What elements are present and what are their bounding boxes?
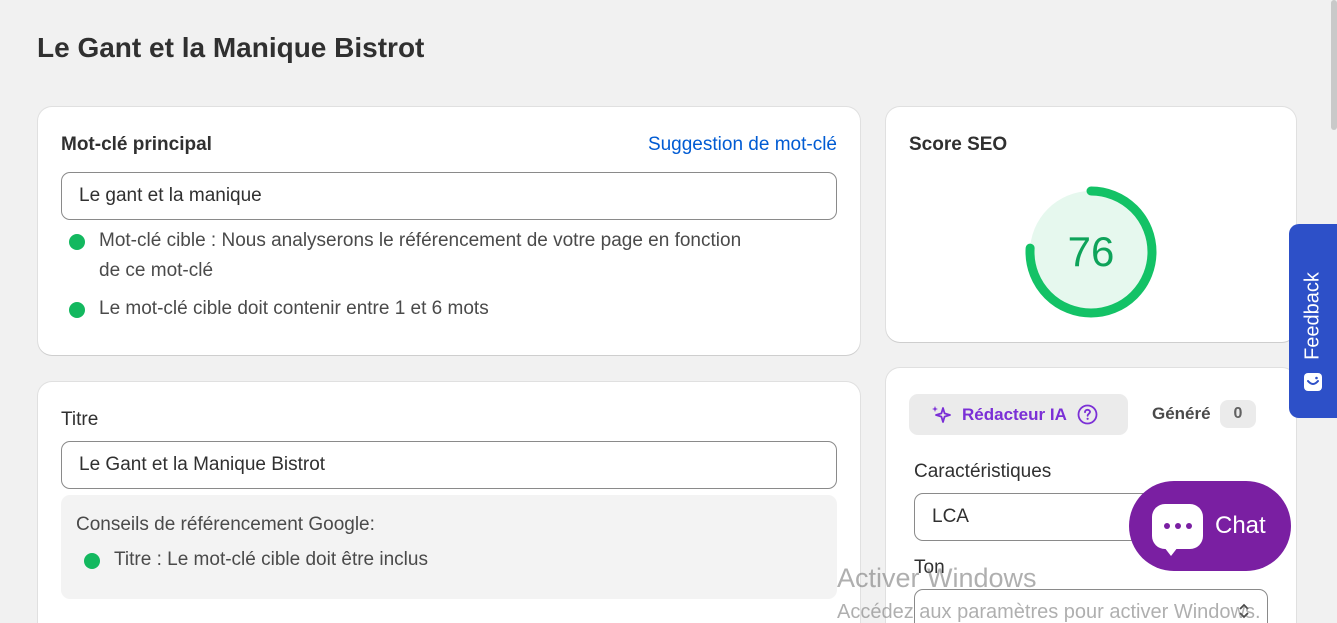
title-label: Titre <box>61 409 99 430</box>
ai-writer-tab[interactable]: Rédacteur IA <box>909 394 1128 435</box>
feedback-label: Feedback <box>1301 272 1324 360</box>
title-input[interactable]: Le Gant et la Manique Bistrot <box>61 441 837 489</box>
sparkle-icon <box>932 405 951 423</box>
tone-label: Ton <box>914 557 945 578</box>
title-input-value: Le Gant et la Manique Bistrot <box>79 454 326 475</box>
main-keyword-card: Mot-clé principal Suggestion de mot-clé … <box>38 107 860 355</box>
green-dot-icon <box>69 302 85 318</box>
feedback-tab[interactable]: Feedback <box>1289 224 1337 418</box>
keyword-check-text: Le mot-clé cible doit contenir entre 1 e… <box>99 298 489 319</box>
keyword-check-item: Le mot-clé cible doit contenir entre 1 e… <box>69 294 829 324</box>
google-tips-box: Conseils de référencement Google: Titre … <box>61 495 837 599</box>
keyword-suggestion-link[interactable]: Suggestion de mot-clé <box>648 134 837 156</box>
characteristics-label: Caractéristiques <box>914 461 1052 482</box>
main-keyword-heading: Mot-clé principal <box>61 134 212 155</box>
page-title: Le Gant et la Manique Bistrot <box>37 32 425 63</box>
generated-count-badge: 0 <box>1220 400 1256 428</box>
chat-button[interactable]: Chat <box>1129 481 1291 571</box>
chat-bubble-icon <box>1152 503 1203 556</box>
tone-select[interactable] <box>914 589 1268 623</box>
green-dot-icon <box>69 234 85 250</box>
chat-label: Chat <box>1215 512 1266 539</box>
keyword-check-text-cont: de ce mot-clé <box>99 260 214 281</box>
seo-score-value: 76 <box>1067 228 1115 275</box>
page-scrollbar[interactable] <box>1331 0 1337 130</box>
google-tips-heading: Conseils de référencement Google: <box>76 514 375 535</box>
main-keyword-input[interactable]: Le gant et la manique <box>61 172 837 220</box>
title-card: Titre Le Gant et la Manique Bistrot Cons… <box>38 382 860 623</box>
select-chevron-icon <box>1239 603 1249 619</box>
question-circle-icon[interactable] <box>1077 404 1098 425</box>
seo-score-heading: Score SEO <box>909 134 1008 155</box>
title-tip-item: Titre : Le mot-clé cible doit être inclu… <box>84 545 428 575</box>
characteristics-input-value: LCA <box>932 506 969 527</box>
green-dot-icon <box>84 553 100 569</box>
keyword-check-text: Mot-clé cible : Nous analyserons le réfé… <box>99 230 742 251</box>
title-tip-text: Titre : Le mot-clé cible doit être inclu… <box>114 549 428 570</box>
seo-score-card: Score SEO 76 <box>886 107 1296 342</box>
keyword-check-item: Mot-clé cible : Nous analyserons le réfé… <box>69 226 829 286</box>
generated-label: Généré <box>1152 404 1211 423</box>
ai-writer-label: Rédacteur IA <box>962 404 1067 424</box>
seo-score-gauge: 76 <box>1024 185 1158 319</box>
smile-icon <box>1304 373 1322 391</box>
main-keyword-input-value: Le gant et la manique <box>79 185 262 206</box>
